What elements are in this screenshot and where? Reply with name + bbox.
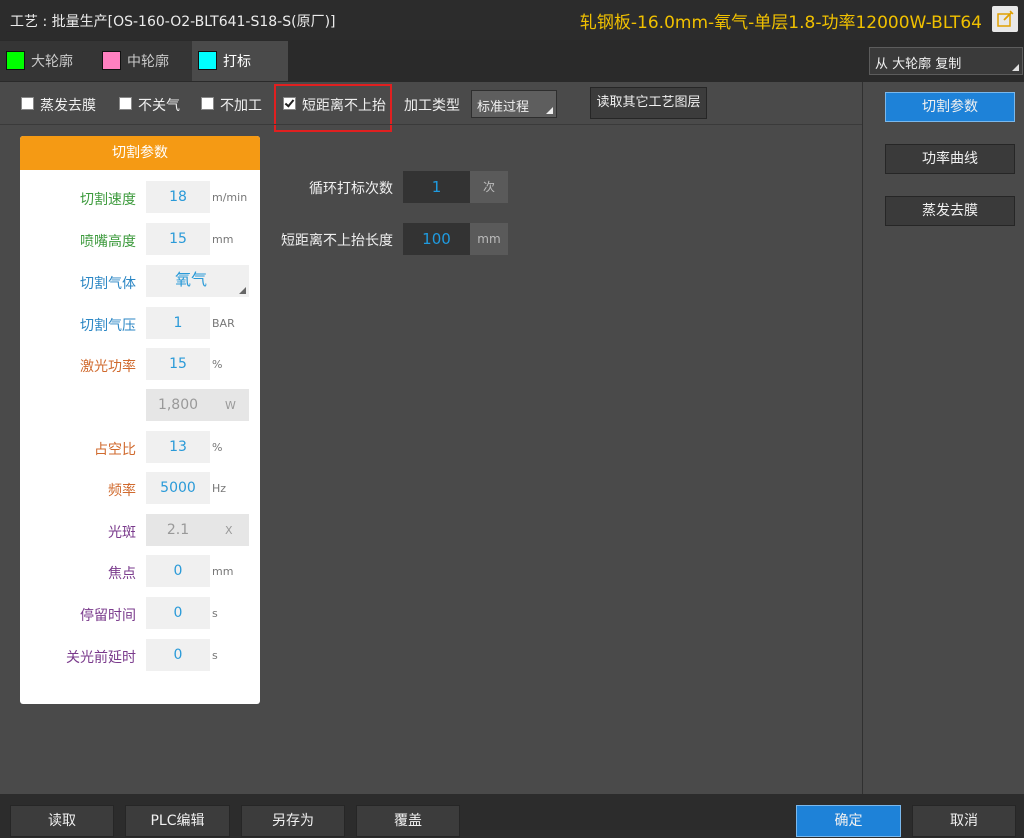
nozzle-height-row: 喷嘴高度 15 mm xyxy=(20,223,260,255)
dropdown-caret-icon xyxy=(1012,64,1019,71)
copy-from-select[interactable]: 从 大轮廓 复制 xyxy=(869,47,1023,75)
checkbox-box xyxy=(119,97,132,110)
bottom-bar: 读取 PLC编辑 另存为 覆盖 确定 取消 xyxy=(0,794,1024,838)
spot-field[interactable]: 2.1 X xyxy=(146,514,249,546)
duty-label: 占空比 xyxy=(94,442,136,458)
plc-edit-button[interactable]: PLC编辑 xyxy=(125,805,230,837)
laser-power-row: 激光功率 15 % xyxy=(20,348,260,380)
frequency-unit: Hz xyxy=(212,482,227,495)
color-swatch xyxy=(198,51,217,70)
ok-button[interactable]: 确定 xyxy=(796,805,901,837)
delay-before-off-input[interactable]: 0 xyxy=(146,639,210,671)
loop-count-label: 循环打标次数 xyxy=(309,181,393,197)
focus-input[interactable]: 0 xyxy=(146,555,210,587)
checkbox-box xyxy=(201,97,214,110)
cutting-params-card: 切割参数 切割速度 18 m/min 喷嘴高度 15 mm 切割气体 氧气 切割… xyxy=(20,136,260,704)
frequency-input[interactable]: 5000 xyxy=(146,472,210,504)
laser-power-unit: % xyxy=(212,358,223,371)
checkbox-label: 不关气 xyxy=(138,98,180,114)
cancel-button[interactable]: 取消 xyxy=(912,805,1016,837)
gas-row: 切割气体 氧气 xyxy=(20,265,260,297)
dwell-row: 停留时间 0 s xyxy=(20,597,260,629)
power-watts-row: 1,800 W xyxy=(20,389,260,421)
checkbox-label: 蒸发去膜 xyxy=(40,98,96,114)
delay-before-off-label: 关光前延时 xyxy=(66,650,136,666)
dwell-label: 停留时间 xyxy=(80,608,136,624)
dwell-unit: s xyxy=(212,607,218,620)
gas-value: 氧气 xyxy=(174,270,207,289)
duty-unit: % xyxy=(212,441,223,454)
color-swatch xyxy=(102,51,121,70)
gas-label: 切割气体 xyxy=(80,276,136,292)
material-title: 轧钢板-16.0mm-氧气-单层1.8-功率12000W-BLT64 xyxy=(579,13,982,33)
edit-icon[interactable] xyxy=(992,6,1018,32)
right-panel: 切割参数 功率曲线 蒸发去膜 xyxy=(863,82,1024,794)
tab-medium-contour[interactable]: 中轮廓 xyxy=(96,41,192,81)
dropdown-caret-icon xyxy=(239,287,246,294)
card-header: 切割参数 xyxy=(20,136,260,170)
process-title: 工艺 : 批量生产[OS-160-O2-BLT641-S18-S(原厂)] xyxy=(10,14,336,30)
gas-select[interactable]: 氧气 xyxy=(146,265,249,297)
duty-input[interactable]: 13 xyxy=(146,431,210,463)
short-length-unit: mm xyxy=(470,223,508,255)
short-length-input[interactable]: 100 xyxy=(403,223,470,255)
power-watts-unit: W xyxy=(225,399,236,412)
spot-unit: X xyxy=(225,524,233,537)
power-curve-button[interactable]: 功率曲线 xyxy=(885,144,1015,174)
process-type-select[interactable]: 标准过程 xyxy=(471,90,557,118)
frequency-row: 频率 5000 Hz xyxy=(20,472,260,504)
tab-large-contour[interactable]: 大轮廓 xyxy=(0,41,96,81)
dropdown-caret-icon xyxy=(546,107,553,114)
spot-value: 2.1 xyxy=(166,522,190,538)
dwell-input[interactable]: 0 xyxy=(146,597,210,629)
loop-count-unit: 次 xyxy=(470,171,508,203)
power-watts-value: 1,800 xyxy=(157,397,199,413)
power-watts-field: 1,800 W xyxy=(146,389,249,421)
frequency-label: 频率 xyxy=(108,483,136,499)
read-button[interactable]: 读取 xyxy=(10,805,114,837)
focus-label: 焦点 xyxy=(108,566,136,582)
evaporate-button[interactable]: 蒸发去膜 xyxy=(885,196,1015,226)
delay-before-off-unit: s xyxy=(212,649,218,662)
nozzle-height-input[interactable]: 15 xyxy=(146,223,210,255)
copy-from-value: 从 大轮廓 复制 xyxy=(875,57,962,72)
tab-label: 大轮廓 xyxy=(31,54,73,70)
nozzle-height-unit: mm xyxy=(212,233,234,246)
nozzle-height-label: 喷嘴高度 xyxy=(80,234,136,250)
cutting-params-button[interactable]: 切割参数 xyxy=(885,92,1015,122)
focus-unit: mm xyxy=(212,565,234,578)
process-type-value: 标准过程 xyxy=(477,100,530,115)
gas-pressure-unit: BAR xyxy=(212,317,235,330)
process-type-label: 加工类型 xyxy=(404,98,460,114)
tab-label: 中轮廓 xyxy=(127,54,169,70)
spot-row: 光斑 2.1 X xyxy=(20,514,260,546)
divider xyxy=(0,124,862,125)
speed-row: 切割速度 18 m/min xyxy=(20,181,260,213)
speed-label: 切割速度 xyxy=(80,192,136,208)
save-as-button[interactable]: 另存为 xyxy=(241,805,345,837)
loop-count-input[interactable]: 1 xyxy=(403,171,470,203)
speed-input[interactable]: 18 xyxy=(146,181,210,213)
gas-pressure-row: 切割气压 1 BAR xyxy=(20,307,260,339)
laser-power-label: 激光功率 xyxy=(80,359,136,375)
focus-row: 焦点 0 mm xyxy=(20,555,260,587)
read-other-layer-button[interactable]: 读取其它工艺图层 xyxy=(590,87,707,119)
tab-marking[interactable]: 打标 xyxy=(192,41,288,81)
color-swatch xyxy=(6,51,25,70)
gas-pressure-label: 切割气压 xyxy=(80,318,136,334)
title-bar: 工艺 : 批量生产[OS-160-O2-BLT641-S18-S(原厂)] 轧钢… xyxy=(0,0,1024,40)
checkbox-label: 不加工 xyxy=(220,98,262,114)
laser-power-input[interactable]: 15 xyxy=(146,348,210,380)
short-length-label: 短距离不上抬长度 xyxy=(281,233,393,249)
gas-pressure-input[interactable]: 1 xyxy=(146,307,210,339)
checkbox-box xyxy=(21,97,34,110)
duty-row: 占空比 13 % xyxy=(20,431,260,463)
overwrite-button[interactable]: 覆盖 xyxy=(356,805,460,837)
speed-unit: m/min xyxy=(212,191,248,204)
delay-before-off-row: 关光前延时 0 s xyxy=(20,639,260,671)
spot-label: 光斑 xyxy=(108,525,136,541)
tab-label: 打标 xyxy=(223,54,251,70)
